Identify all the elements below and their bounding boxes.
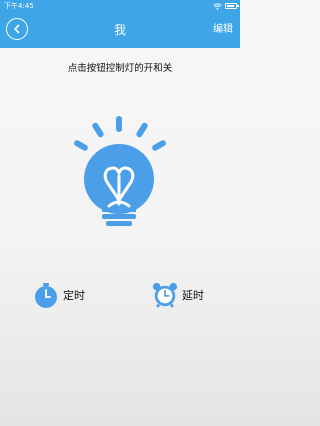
instruction-text: 点击按钮控制灯的开和关 [67,63,173,74]
alarm-clock-icon [152,282,178,308]
wifi-icon [213,2,222,10]
edit-button[interactable]: 编辑 [213,12,233,48]
delay-label: 延时 [182,289,204,302]
timer-label: 定时 [63,289,85,302]
delay-button[interactable]: 延时 [152,282,204,308]
status-icons [213,0,239,12]
light-bulb-button[interactable] [62,110,178,236]
title-bar: 我 编辑 [0,12,240,48]
status-time: 下午4:45 [4,2,34,10]
page-title: 我 [113,23,126,37]
stopwatch-icon [35,283,57,308]
status-bar: 下午4:45 [0,0,240,12]
light-bulb-icon [74,116,166,226]
battery-icon [225,3,239,9]
timer-button[interactable]: 定时 [33,282,85,308]
